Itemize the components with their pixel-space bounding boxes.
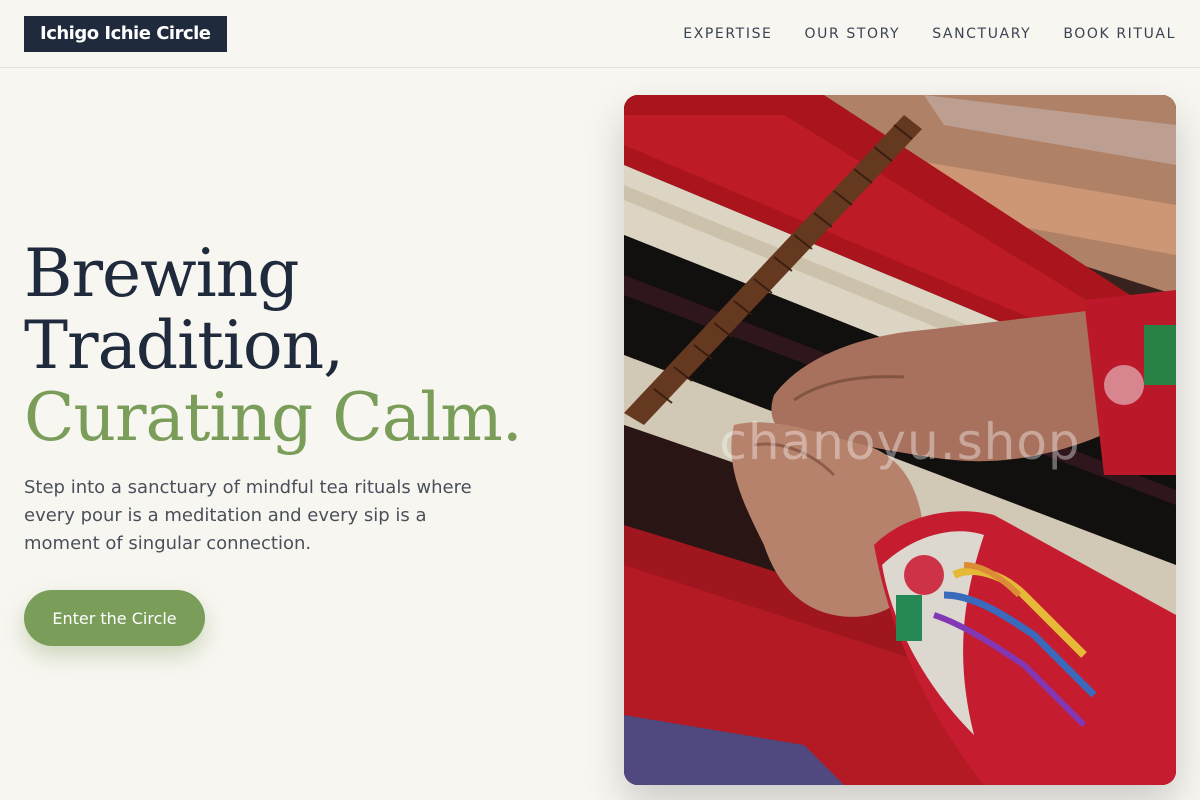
image-watermark: chanoyu.shop	[719, 413, 1081, 471]
logo[interactable]: Ichigo Ichie Circle	[24, 16, 227, 52]
headline-line-1: Brewing	[24, 235, 299, 312]
page: Ichigo Ichie Circle EXPERTISE OUR STORY …	[0, 0, 1200, 800]
hero-headline: Brewing Tradition, Curating Calm.	[24, 238, 604, 454]
nav-item-our-story[interactable]: OUR STORY	[805, 24, 901, 44]
nav-item-sanctuary[interactable]: SANCTUARY	[932, 24, 1031, 44]
headline-line-2: Tradition,	[24, 307, 344, 384]
hero-lead: Step into a sanctuary of mindful tea rit…	[24, 477, 472, 554]
headline-accent: Curating Calm.	[24, 379, 523, 456]
enter-circle-button[interactable]: Enter the Circle	[24, 590, 205, 646]
nav-item-expertise[interactable]: EXPERTISE	[683, 24, 772, 44]
site-header: Ichigo Ichie Circle EXPERTISE OUR STORY …	[0, 0, 1200, 68]
hero-image: chanoyu.shop	[624, 95, 1176, 785]
main-nav: EXPERTISE OUR STORY SANCTUARY BOOK RITUA…	[683, 24, 1176, 44]
nav-item-book-ritual[interactable]: BOOK RITUAL	[1063, 24, 1176, 44]
